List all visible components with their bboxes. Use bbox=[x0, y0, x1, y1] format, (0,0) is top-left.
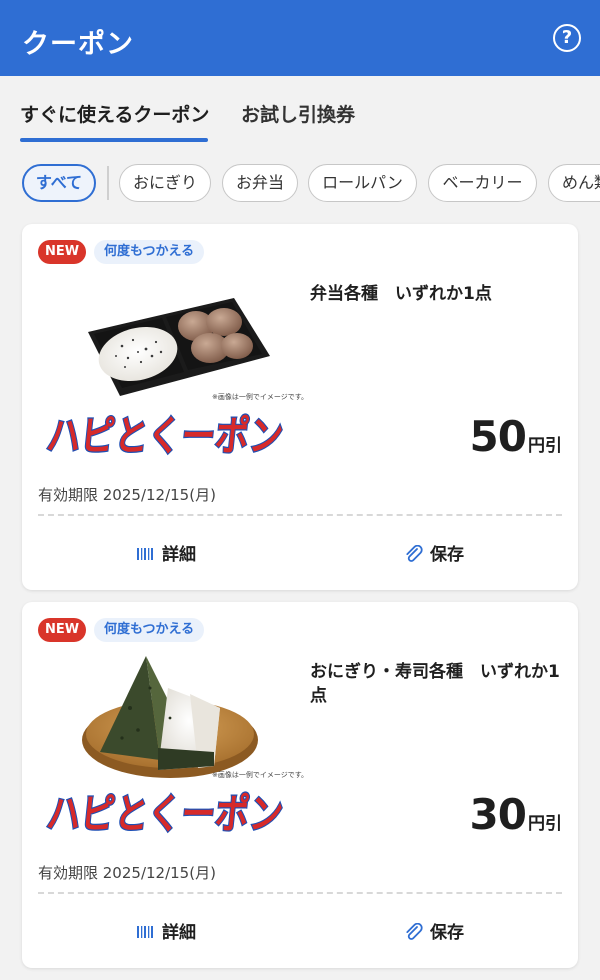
filter-chip-noodles[interactable]: めん類 bbox=[548, 164, 600, 202]
tab-bar: すぐに使えるクーポン お試し引換券 bbox=[0, 76, 600, 146]
coupon-card[interactable]: NEW 何度もつかえる ※画像は一例でイメージです。 ハピとくーポン 弁当各種 … bbox=[22, 224, 578, 590]
page-title: クーポン bbox=[22, 29, 134, 60]
filter-chip-onigiri[interactable]: おにぎり bbox=[119, 164, 211, 202]
barcode-icon bbox=[137, 548, 153, 560]
help-icon[interactable]: ? bbox=[553, 24, 581, 52]
filter-chip-bento[interactable]: お弁当 bbox=[222, 164, 298, 202]
filter-chip-bakery[interactable]: ベーカリー bbox=[428, 164, 537, 202]
paperclip-icon bbox=[406, 544, 423, 562]
detail-button[interactable]: 詳細 bbox=[136, 540, 196, 566]
detail-button[interactable]: 詳細 bbox=[136, 918, 196, 944]
detail-label: 詳細 bbox=[162, 545, 196, 565]
tab-trial-vouchers[interactable]: お試し引換券 bbox=[241, 100, 355, 127]
svg-text:ハピとくーポン: ハピとくーポン bbox=[45, 790, 286, 838]
happy-toku-coupon-logo: ハピとくーポン bbox=[43, 411, 286, 461]
save-button[interactable]: 保存 bbox=[404, 918, 464, 944]
active-tab-indicator bbox=[20, 138, 208, 142]
new-badge: NEW bbox=[38, 618, 86, 642]
discount-amount: 50 円引 bbox=[470, 412, 562, 461]
coupon-product: 弁当各種 いずれか1点 bbox=[310, 284, 492, 304]
discount-amount: 30 円引 bbox=[470, 790, 562, 839]
tab-available-coupons[interactable]: すぐに使えるクーポン bbox=[20, 100, 209, 127]
discount-unit: 円引 bbox=[528, 814, 562, 834]
image-disclaimer: ※画像は一例でイメージです。 bbox=[212, 393, 309, 401]
reusable-badge: 何度もつかえる bbox=[94, 240, 205, 264]
discount-unit: 円引 bbox=[528, 436, 562, 456]
happy-toku-coupon-logo: ハピとくーポン bbox=[43, 789, 286, 839]
filter-chip-roll-bread[interactable]: ロールパン bbox=[308, 164, 417, 202]
category-filter-bar: すべて おにぎり お弁当 ロールパン ベーカリー めん類 bbox=[0, 162, 600, 204]
filter-chip-all[interactable]: すべて bbox=[22, 164, 96, 202]
app-bar: クーポン ? bbox=[0, 0, 600, 76]
dashed-divider bbox=[38, 892, 562, 894]
filter-divider bbox=[107, 166, 109, 200]
image-disclaimer: ※画像は一例でイメージです。 bbox=[212, 771, 309, 779]
barcode-icon bbox=[137, 926, 153, 938]
save-label: 保存 bbox=[430, 923, 464, 943]
discount-value: 50 bbox=[469, 412, 527, 461]
dashed-divider bbox=[38, 514, 562, 516]
new-badge: NEW bbox=[38, 240, 86, 264]
expiry-date: 有効期限 2025/12/15(月) bbox=[38, 486, 216, 504]
expiry-date: 有効期限 2025/12/15(月) bbox=[38, 864, 216, 882]
svg-text:ハピとくーポン: ハピとくーポン bbox=[45, 412, 286, 460]
reusable-badge: 何度もつかえる bbox=[94, 618, 205, 642]
paperclip-icon bbox=[406, 922, 423, 940]
save-button[interactable]: 保存 bbox=[404, 540, 464, 566]
save-label: 保存 bbox=[430, 545, 464, 565]
detail-label: 詳細 bbox=[162, 923, 196, 943]
coupon-product: おにぎり・寿司各種 いずれか1点 bbox=[310, 662, 560, 706]
coupon-card[interactable]: NEW 何度もつかえる ※画像は一例でイメージです。 ハピとくーポン おにぎり・… bbox=[22, 602, 578, 968]
discount-value: 30 bbox=[469, 790, 527, 839]
